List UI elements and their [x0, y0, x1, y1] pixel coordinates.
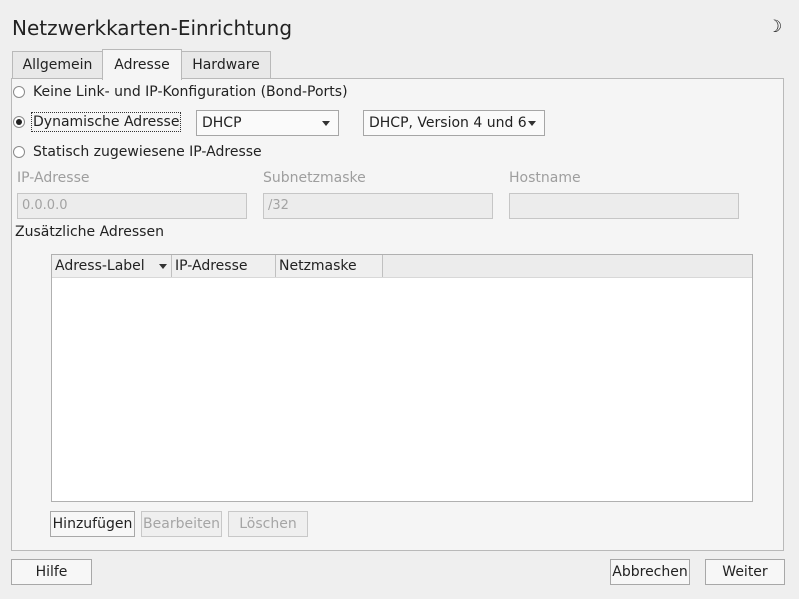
ip-address-label: IP-Adresse	[17, 170, 90, 186]
tab-allgemein[interactable]: Allgemein	[12, 51, 103, 78]
dhcp-type-value: DHCP	[202, 115, 242, 131]
additional-addresses-table[interactable]: Adress-Label IP-Adresse Netzmaske	[51, 254, 753, 502]
table-header: Adress-Label IP-Adresse Netzmaske	[52, 255, 752, 278]
hostname-field[interactable]	[509, 193, 739, 219]
dhcp-type-select[interactable]: DHCP	[196, 110, 339, 136]
edit-button[interactable]: Bearbeiten	[141, 511, 222, 537]
netmask-field[interactable]: /32	[263, 193, 493, 219]
radio-dynamic-label[interactable]: Dynamische Adresse	[30, 112, 182, 132]
radio-no-config-label[interactable]: Keine Link- und IP-Konfiguration (Bond-P…	[33, 84, 348, 100]
dhcp-version-value: DHCP, Version 4 und 6	[369, 115, 527, 131]
sort-down-icon	[159, 264, 167, 269]
help-button[interactable]: Hilfe	[11, 559, 92, 585]
column-header-netmask[interactable]: Netzmaske	[276, 255, 383, 277]
add-button[interactable]: Hinzufügen	[50, 511, 135, 537]
radio-static-label[interactable]: Statisch zugewiesene IP-Adresse	[33, 144, 262, 160]
column-header-ip[interactable]: IP-Adresse	[172, 255, 276, 277]
dhcp-version-select[interactable]: DHCP, Version 4 und 6	[363, 110, 545, 136]
netmask-label: Subnetzmaske	[263, 170, 366, 186]
chevron-down-icon	[322, 121, 330, 126]
column-header-label[interactable]: Adress-Label	[52, 255, 172, 277]
window-title: Netzwerkkarten-Einrichtung	[12, 16, 293, 40]
additional-addresses-heading: Zusätzliche Adressen	[15, 224, 164, 240]
moon-icon[interactable]: ☽	[767, 17, 782, 37]
radio-static[interactable]	[13, 146, 25, 158]
delete-button[interactable]: Löschen	[228, 511, 308, 537]
radio-dynamic[interactable]	[13, 116, 25, 128]
next-button[interactable]: Weiter	[705, 559, 785, 585]
radio-no-config[interactable]	[13, 86, 25, 98]
cancel-button[interactable]: Abbrechen	[610, 559, 690, 585]
tab-hardware[interactable]: Hardware	[181, 51, 271, 78]
chevron-down-icon	[528, 121, 536, 126]
ip-address-field[interactable]: 0.0.0.0	[17, 193, 247, 219]
hostname-label: Hostname	[509, 170, 581, 186]
tab-adresse[interactable]: Adresse	[102, 49, 182, 80]
